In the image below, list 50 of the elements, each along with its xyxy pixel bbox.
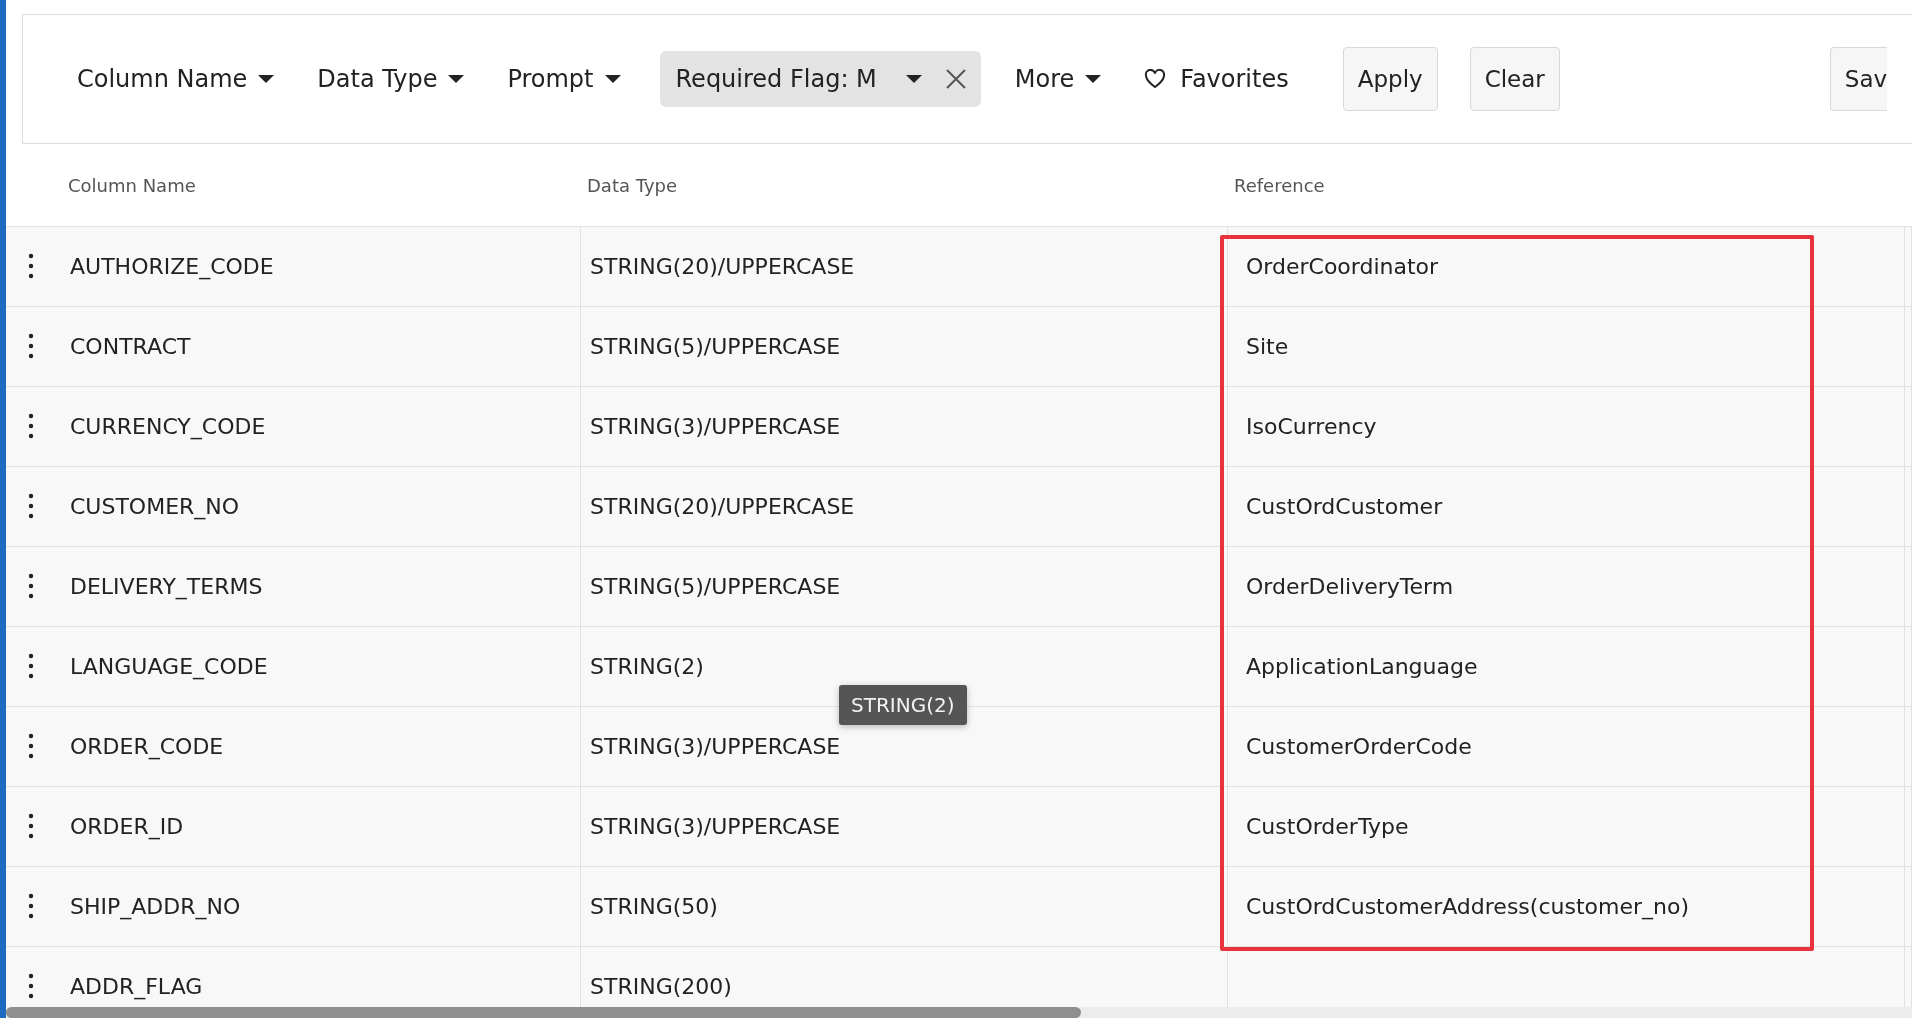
caret-icon <box>447 74 466 84</box>
table-cell: CustOrdCustomerAddress(customer_no) <box>1246 894 1689 919</box>
table-cell: STRING(3)/UPPERCASE <box>590 814 841 839</box>
table-cell: OrderDeliveryTerm <box>1246 574 1454 599</box>
table-cell: Site <box>1246 334 1289 359</box>
caret-icon <box>1084 74 1103 84</box>
table-cell: STRING(3)/UPPERCASE <box>590 414 841 439</box>
close-icon[interactable] <box>944 68 967 90</box>
table-cell: STRING(2) <box>590 654 704 679</box>
table-cell: CONTRACT <box>70 334 191 359</box>
table-cell: LANGUAGE_CODE <box>70 654 268 679</box>
caret-icon <box>257 74 276 84</box>
table-cell: SHIP_ADDR_NO <box>70 894 241 919</box>
table-cell: CustomerOrderCode <box>1246 734 1472 759</box>
column-header[interactable]: Data Type <box>581 174 1228 196</box>
table-cell: STRING(20)/UPPERCASE <box>590 254 855 279</box>
filter-dropdown[interactable]: Prompt <box>503 51 626 107</box>
table-cell: CustOrdCustomer <box>1246 494 1443 519</box>
table-cell: CURRENCY_CODE <box>70 414 266 439</box>
favorites-button[interactable]: Favorites <box>1140 65 1293 93</box>
heart-icon <box>1144 69 1167 89</box>
filter-dropdown[interactable]: Column Name <box>73 51 280 107</box>
toolbar-button[interactable]: Clear <box>1469 47 1560 111</box>
caret-icon <box>603 74 622 84</box>
table-cell: OrderCoordinator <box>1246 254 1439 279</box>
table-cell: ORDER_CODE <box>70 734 224 759</box>
table-cell: ApplicationLanguage <box>1246 654 1478 679</box>
filter-dropdown[interactable]: Data Type <box>313 51 470 107</box>
table-cell: ADDR_FLAG <box>70 974 203 999</box>
table-cell: CustOrderType <box>1246 814 1409 839</box>
table-cell: ORDER_ID <box>70 814 184 839</box>
column-header[interactable]: Column Name <box>6 174 581 196</box>
table-cell: STRING(200) <box>590 974 732 999</box>
toolbar-button[interactable]: Apply <box>1342 47 1438 111</box>
table-cell: STRING(5)/UPPERCASE <box>590 574 841 599</box>
table-cell: STRING(5)/UPPERCASE <box>590 334 841 359</box>
tooltip: STRING(2) <box>839 685 967 725</box>
scrollbar[interactable] <box>6 1007 1912 1018</box>
column-header[interactable]: Reference <box>1228 174 1905 196</box>
table-cell: IsoCurrency <box>1246 414 1377 439</box>
filter-dropdown[interactable]: More <box>1010 51 1107 107</box>
table-cell: STRING(20)/UPPERCASE <box>590 494 855 519</box>
table-cell: STRING(3)/UPPERCASE <box>590 734 841 759</box>
filter-chip[interactable]: Required Flag: M <box>659 51 981 107</box>
table-cell: STRING(50) <box>590 894 718 919</box>
table-cell: DELIVERY_TERMS <box>70 574 263 599</box>
table-cell: AUTHORIZE_CODE <box>70 254 274 279</box>
caret-icon <box>904 74 923 84</box>
toolbar-button[interactable]: Sav <box>1829 47 1888 111</box>
table-cell: CUSTOMER_NO <box>70 494 240 519</box>
